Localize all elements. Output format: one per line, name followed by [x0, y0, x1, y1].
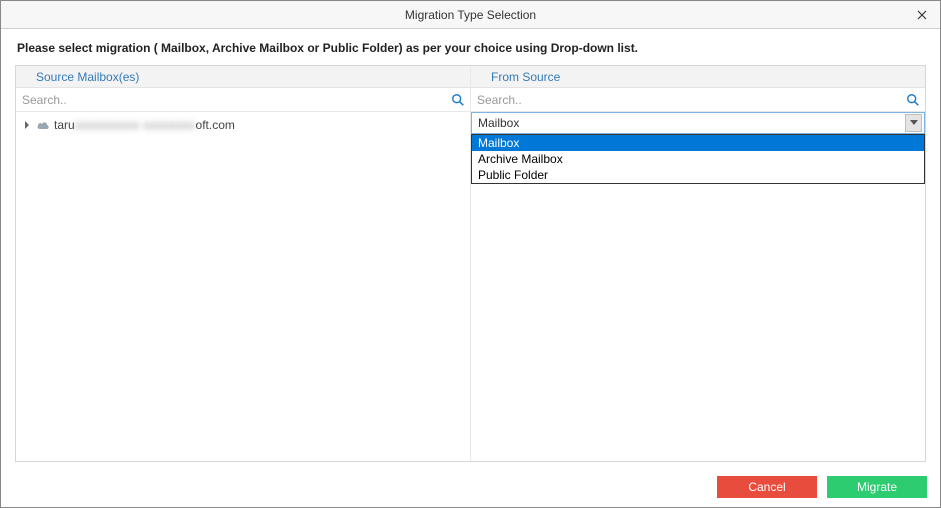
tree-item-label: taruxxxxxxxxxx xxxxxxxxoft.com [54, 118, 235, 132]
instruction-text: Please select migration ( Mailbox, Archi… [1, 29, 940, 65]
source-mailboxes-column: Source Mailbox(es) taruxxxxxxxxxx xxxxx [16, 66, 471, 461]
dropdown-list: Mailbox Archive Mailbox Public Folder [471, 134, 925, 184]
source-mailboxes-header: Source Mailbox(es) [16, 66, 470, 88]
source-tree: taruxxxxxxxxxx xxxxxxxxoft.com [16, 112, 470, 138]
dropdown-option-public-folder[interactable]: Public Folder [472, 167, 924, 183]
migrate-button[interactable]: Migrate [827, 476, 927, 498]
titlebar: Migration Type Selection [1, 1, 940, 29]
search-icon[interactable] [450, 92, 466, 108]
tree-item[interactable]: taruxxxxxxxxxx xxxxxxxxoft.com [22, 116, 464, 134]
chevron-down-icon[interactable] [905, 114, 922, 132]
migration-type-dropdown-area: Mailbox Mailbox Archive Mailbox Public F… [471, 112, 925, 134]
source-search-row [16, 88, 470, 112]
source-search-input[interactable] [22, 93, 450, 107]
button-bar: Cancel Migrate [717, 476, 927, 498]
from-source-column: From Source Mailbox Mailbox Archive Mail… [471, 66, 925, 461]
dropdown-option-mailbox[interactable]: Mailbox [472, 135, 924, 151]
cloud-icon [36, 120, 50, 130]
cancel-button[interactable]: Cancel [717, 476, 817, 498]
migration-type-dropdown[interactable]: Mailbox [471, 112, 925, 134]
dropdown-selected-value: Mailbox [478, 116, 905, 130]
from-source-header: From Source [471, 66, 925, 88]
dropdown-option-archive-mailbox[interactable]: Archive Mailbox [472, 151, 924, 167]
chevron-right-icon[interactable] [22, 120, 32, 130]
main-panel: Source Mailbox(es) taruxxxxxxxxxx xxxxx [15, 65, 926, 462]
from-source-search-row [471, 88, 925, 112]
search-icon[interactable] [905, 92, 921, 108]
close-icon[interactable] [912, 5, 932, 25]
from-source-search-input[interactable] [477, 93, 905, 107]
window-title: Migration Type Selection [405, 8, 536, 22]
